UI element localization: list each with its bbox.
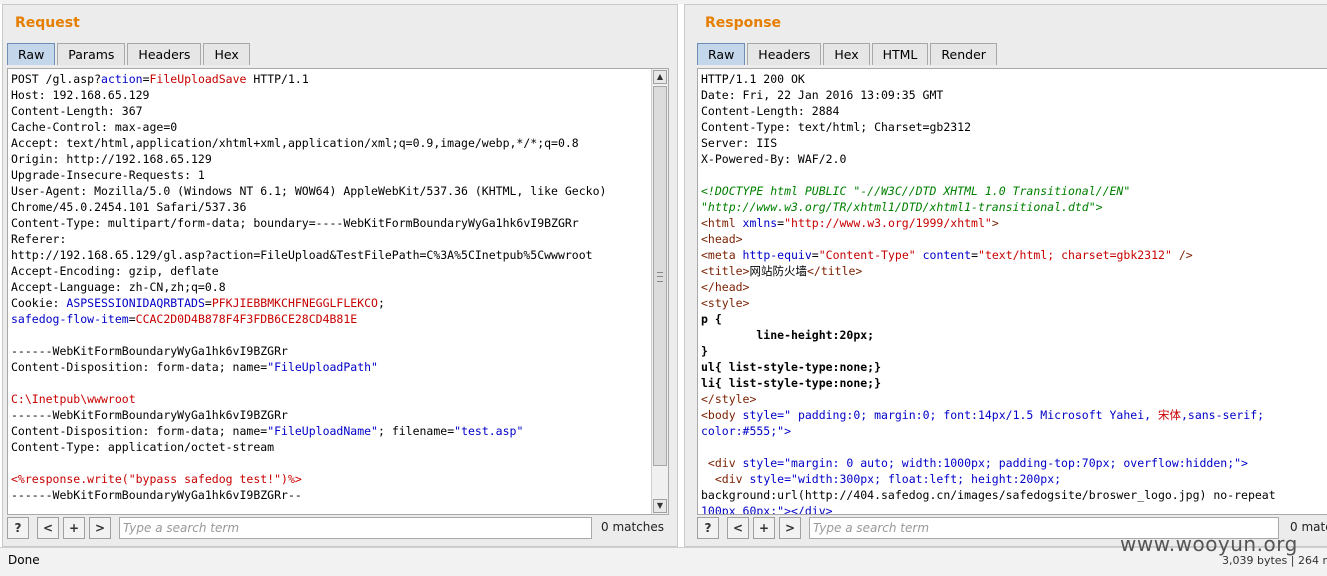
request-tab-params[interactable]: Params — [57, 43, 126, 65]
response-line: p { — [701, 312, 722, 326]
request-line: C:\Inetpub\wwwroot — [11, 392, 136, 406]
response-line: X-Powered-By: WAF/2.0 — [701, 152, 847, 166]
watermark: www.wooyun.org — [1120, 532, 1298, 556]
help-button[interactable]: ? — [697, 517, 719, 539]
request-match-count: 0 matches — [601, 520, 665, 534]
response-line: color:#555;"> — [701, 424, 792, 438]
response-line: Content-Length: 2884 — [701, 104, 840, 118]
response-line: 100px 60px;"></div> — [701, 504, 833, 515]
response-line: li{ list-style-type:none;} — [701, 376, 882, 390]
response-line — [701, 439, 1327, 455]
request-line: Accept: text/html,application/xhtml+xml,… — [11, 136, 579, 150]
scroll-down-button[interactable]: ▼ — [653, 499, 667, 513]
request-tab-raw[interactable]: Raw — [7, 43, 56, 65]
response-line: } — [701, 344, 708, 358]
response-line: <head> — [701, 232, 743, 246]
request-line: User-Agent: Mozilla/5.0 (Windows NT 6.1;… — [11, 184, 607, 198]
response-line: <html xmlns="http://www.w3.org/1999/xhtm… — [701, 216, 999, 230]
response-line: <body style=" padding:0; margin:0; font:… — [701, 408, 1265, 422]
request-line — [11, 327, 650, 343]
request-tab-hex[interactable]: Hex — [203, 43, 250, 65]
request-line: http://192.168.65.129/gl.asp?action=File… — [11, 248, 593, 262]
response-line: ul{ list-style-type:none;} — [701, 360, 882, 374]
request-tabs: Raw Params Headers Hex — [7, 43, 252, 67]
response-line — [701, 167, 1327, 183]
response-line: Date: Fri, 22 Jan 2016 13:09:35 GMT — [701, 88, 944, 102]
next-match-button[interactable]: > — [779, 517, 801, 539]
request-line: Cache-Control: max-age=0 — [11, 120, 178, 134]
response-line: Server: IIS — [701, 136, 778, 150]
request-line: Content-Length: 367 — [11, 104, 143, 118]
response-line: "http://www.w3.org/TR/xhtml1/DTD/xhtml1-… — [701, 200, 1103, 214]
response-line: <!DOCTYPE html PUBLIC "-//W3C//DTD XHTML… — [701, 184, 1131, 198]
response-tab-html[interactable]: HTML — [871, 43, 929, 65]
request-search-input[interactable]: Type a search term — [119, 517, 592, 539]
response-line: <title>网站防火墙</title> — [701, 264, 863, 278]
response-line: line-height:20px; — [701, 328, 875, 342]
response-line: background:url(http://404.safedog.cn/ima… — [701, 488, 1276, 502]
request-tab-headers[interactable]: Headers — [127, 43, 202, 65]
request-line: ------WebKitFormBoundaryWyGa1hk6vI9BZGRr — [11, 408, 288, 422]
status-text: Done — [8, 553, 40, 567]
request-line: Accept-Language: zh-CN,zh;q=0.8 — [11, 280, 226, 294]
request-line: Origin: http://192.168.65.129 — [11, 152, 212, 166]
request-line: safedog-flow-item=CCAC2D0D4B878F4F3FDB6C… — [11, 312, 358, 326]
help-button[interactable]: ? — [7, 517, 29, 539]
request-title: Request — [15, 15, 80, 31]
request-line: Chrome/45.0.2454.101 Safari/537.36 — [11, 200, 247, 214]
request-searchbar: ? < + > Type a search term 0 matches — [7, 517, 671, 541]
request-scrollbar[interactable]: ▲ ▼ — [651, 69, 668, 514]
scroll-thumb[interactable] — [653, 86, 667, 466]
request-line — [11, 375, 650, 391]
request-line — [11, 455, 650, 471]
response-line: Content-Type: text/html; Charset=gb2312 — [701, 120, 972, 134]
request-line: Content-Type: application/octet-stream — [11, 440, 275, 454]
request-line: ------WebKitFormBoundaryWyGa1hk6vI9BZGRr… — [11, 488, 302, 502]
request-line: Referer: — [11, 232, 67, 246]
scroll-up-button[interactable]: ▲ — [653, 70, 667, 84]
request-line: Cookie: ASPSESSIONIDAQRBTADS=PFKJIEBBMKC… — [11, 296, 385, 310]
response-tab-headers[interactable]: Headers — [747, 43, 822, 65]
add-button[interactable]: + — [63, 517, 85, 539]
request-line: Accept-Encoding: gzip, deflate — [11, 264, 219, 278]
request-line: Content-Disposition: form-data; name="Fi… — [11, 360, 378, 374]
request-editor[interactable]: POST /gl.asp?action=FileUploadSave HTTP/… — [7, 68, 669, 515]
response-line: <style> — [701, 296, 750, 310]
response-tab-raw[interactable]: Raw — [697, 43, 746, 65]
response-tab-hex[interactable]: Hex — [823, 43, 870, 65]
add-button[interactable]: + — [753, 517, 775, 539]
request-line: ------WebKitFormBoundaryWyGa1hk6vI9BZGRr — [11, 344, 288, 358]
request-line: Upgrade-Insecure-Requests: 1 — [11, 168, 205, 182]
grip-icon — [657, 272, 663, 282]
response-editor[interactable]: HTTP/1.1 200 OK Date: Fri, 22 Jan 2016 13… — [697, 68, 1327, 515]
response-line: <div style="width:300px; float:left; hei… — [701, 472, 1062, 486]
response-line: <meta http-equiv="Content-Type" content=… — [701, 248, 1193, 262]
response-line: </style> — [701, 392, 757, 406]
request-line: Content-Type: multipart/form-data; bound… — [11, 216, 579, 230]
previous-match-button[interactable]: < — [37, 517, 59, 539]
response-line: HTTP/1.1 200 OK — [701, 72, 805, 86]
response-body: HTTP/1.1 200 OK Date: Fri, 22 Jan 2016 13… — [701, 71, 1327, 515]
request-body: POST /gl.asp?action=FileUploadSave HTTP/… — [11, 71, 650, 503]
response-title: Response — [705, 15, 782, 31]
request-line: <%response.write("bypass safedog test!")… — [11, 472, 302, 486]
request-line: Content-Disposition: form-data; name="Fi… — [11, 424, 524, 438]
response-tabs: Raw Headers Hex HTML Render — [697, 43, 999, 67]
response-line: </head> — [701, 280, 750, 294]
request-line: Host: 192.168.65.129 — [11, 88, 150, 102]
response-panel: Response Raw Headers Hex HTML Render HTT… — [684, 4, 1327, 547]
next-match-button[interactable]: > — [89, 517, 111, 539]
response-tab-render[interactable]: Render — [930, 43, 997, 65]
request-line: POST /gl.asp?action=FileUploadSave HTTP/… — [11, 72, 309, 86]
previous-match-button[interactable]: < — [727, 517, 749, 539]
request-panel: Request Raw Params Headers Hex POST /gl.… — [2, 4, 678, 547]
response-line: <div style="margin: 0 auto; width:1000px… — [701, 456, 1248, 470]
